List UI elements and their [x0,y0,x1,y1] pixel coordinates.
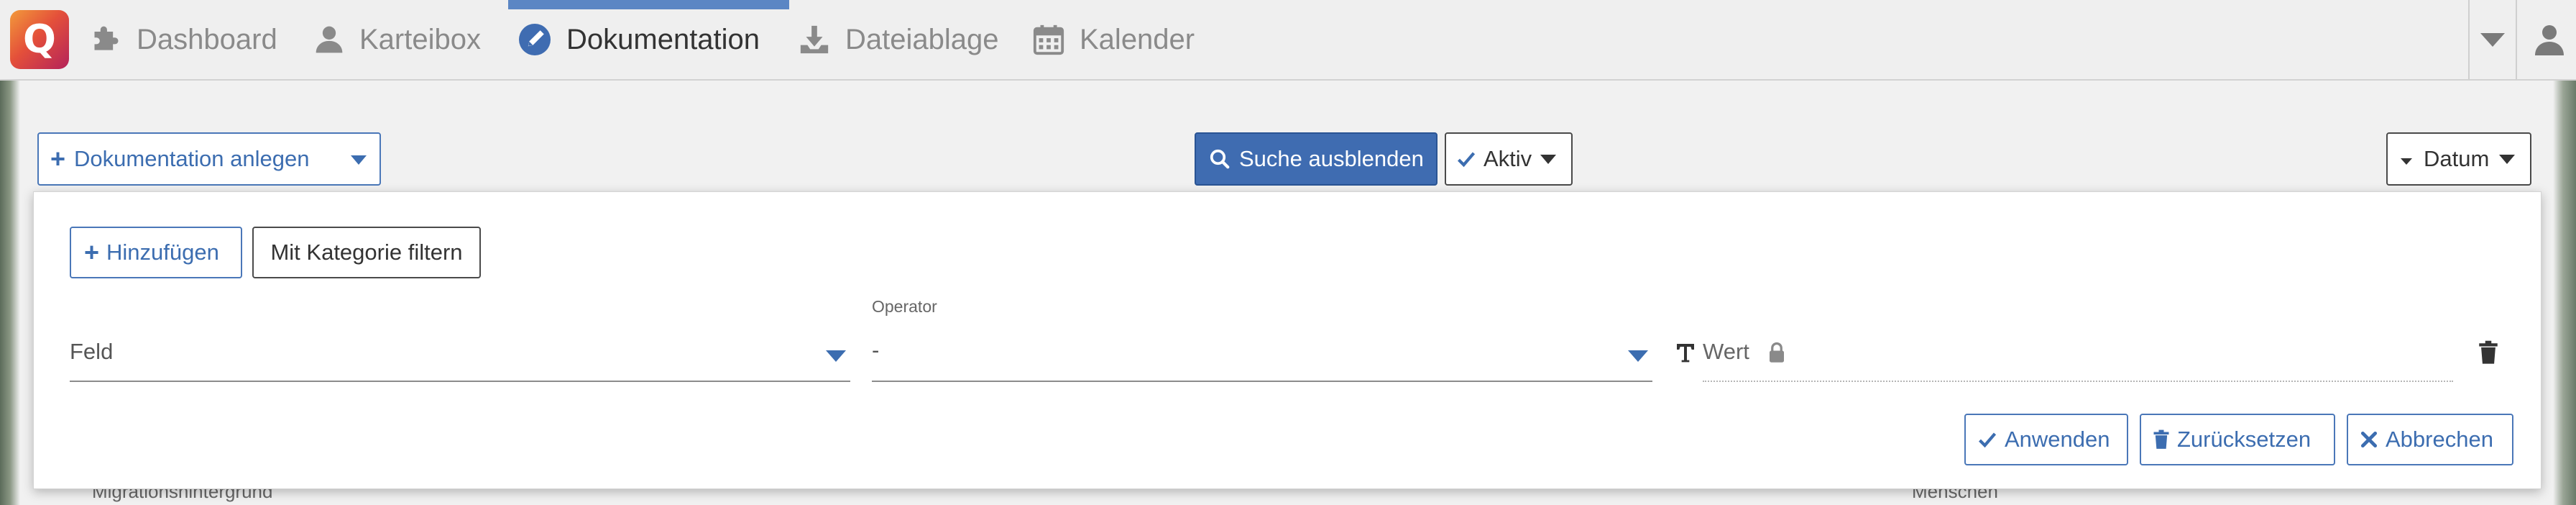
value-input-placeholder: Wert [1703,339,1749,364]
create-documentation-label: Dokumentation anlegen [74,146,310,171]
check-icon [1979,432,1997,448]
add-filter-button[interactable]: + Hinzufügen [70,227,242,278]
add-filter-label: Hinzufügen [106,240,219,265]
chevron-down-icon [351,155,367,165]
value-input-underline [1703,381,2453,382]
nav-dateiablage[interactable]: Dateiablage [798,0,999,79]
chevron-down-icon [2480,32,2505,47]
check-icon [1458,152,1476,168]
nav-kalender[interactable]: Kalender [1032,0,1195,79]
trash-icon[interactable] [2478,340,2499,365]
reset-label: Zurücksetzen [2177,427,2312,452]
plus-icon: + [84,237,100,267]
active-filter-button[interactable]: Aktiv [1445,132,1573,186]
sort-icon [2401,158,2412,165]
top-navigation: Q Dashboard Karteibox Dokumentation Date… [0,0,2576,81]
text-type-icon [1677,344,1694,363]
plus-icon: + [50,144,66,173]
nav-label-dateiablage: Dateiablage [845,23,999,55]
nav-label-dashboard: Dashboard [137,23,277,55]
category-filter-button[interactable]: Mit Kategorie filtern [252,227,481,278]
chevron-down-icon [2499,154,2516,164]
close-icon [2360,431,2378,448]
operator-value: - [872,337,880,363]
download-icon [800,25,829,54]
sort-date-button[interactable]: Datum [2386,132,2531,186]
puzzle-icon [94,26,119,50]
topbar-dropdown-button[interactable] [2470,0,2516,79]
sort-date-label: Datum [2424,146,2490,171]
operator-select[interactable]: Operator - [872,297,1652,385]
chevron-down-icon [1628,350,1648,362]
search-icon [1210,149,1230,169]
field-select[interactable]: Feld [70,320,850,385]
user-icon [316,26,343,53]
chevron-down-icon [826,350,846,362]
nav-dokumentation[interactable]: Dokumentation [518,0,760,79]
user-avatar-icon [2535,25,2564,55]
logo-letter: Q [23,17,56,62]
nav-label-karteibox: Karteibox [359,23,481,55]
chevron-down-icon [1540,154,1557,164]
trash-icon [2153,429,2169,449]
user-menu-button[interactable] [2523,0,2576,79]
reset-button[interactable]: Zurücksetzen [2140,414,2335,465]
value-input[interactable]: Wert [1703,320,2453,385]
search-filter-panel: + Hinzufügen Mit Kategorie filtern Feld … [33,191,2542,489]
nav-dashboard[interactable]: Dashboard [91,0,277,79]
create-documentation-button[interactable]: + Dokumentation anlegen [37,132,381,186]
field-select-underline [70,381,850,382]
lock-icon [1770,342,1784,363]
operator-label: Operator [872,297,937,316]
operator-select-underline [872,381,1652,382]
app-logo[interactable]: Q [10,10,69,69]
cancel-label: Abbrechen [2386,427,2493,452]
calendar-icon [1033,24,1064,55]
nav-karteibox[interactable]: Karteibox [313,0,481,79]
field-select-placeholder: Feld [70,339,114,364]
hide-search-button[interactable]: Suche ausblenden [1195,132,1438,186]
apply-button[interactable]: Anwenden [1964,414,2128,465]
nav-label-kalender: Kalender [1080,23,1195,55]
hide-search-label: Suche ausblenden [1239,146,1424,171]
topbar-divider-2 [2516,0,2517,79]
active-filter-label: Aktiv [1484,146,1532,171]
pen-icon [519,24,551,55]
category-filter-label: Mit Kategorie filtern [270,240,463,265]
cancel-button[interactable]: Abbrechen [2347,414,2513,465]
nav-label-dokumentation: Dokumentation [566,23,760,55]
apply-label: Anwenden [2005,427,2110,452]
